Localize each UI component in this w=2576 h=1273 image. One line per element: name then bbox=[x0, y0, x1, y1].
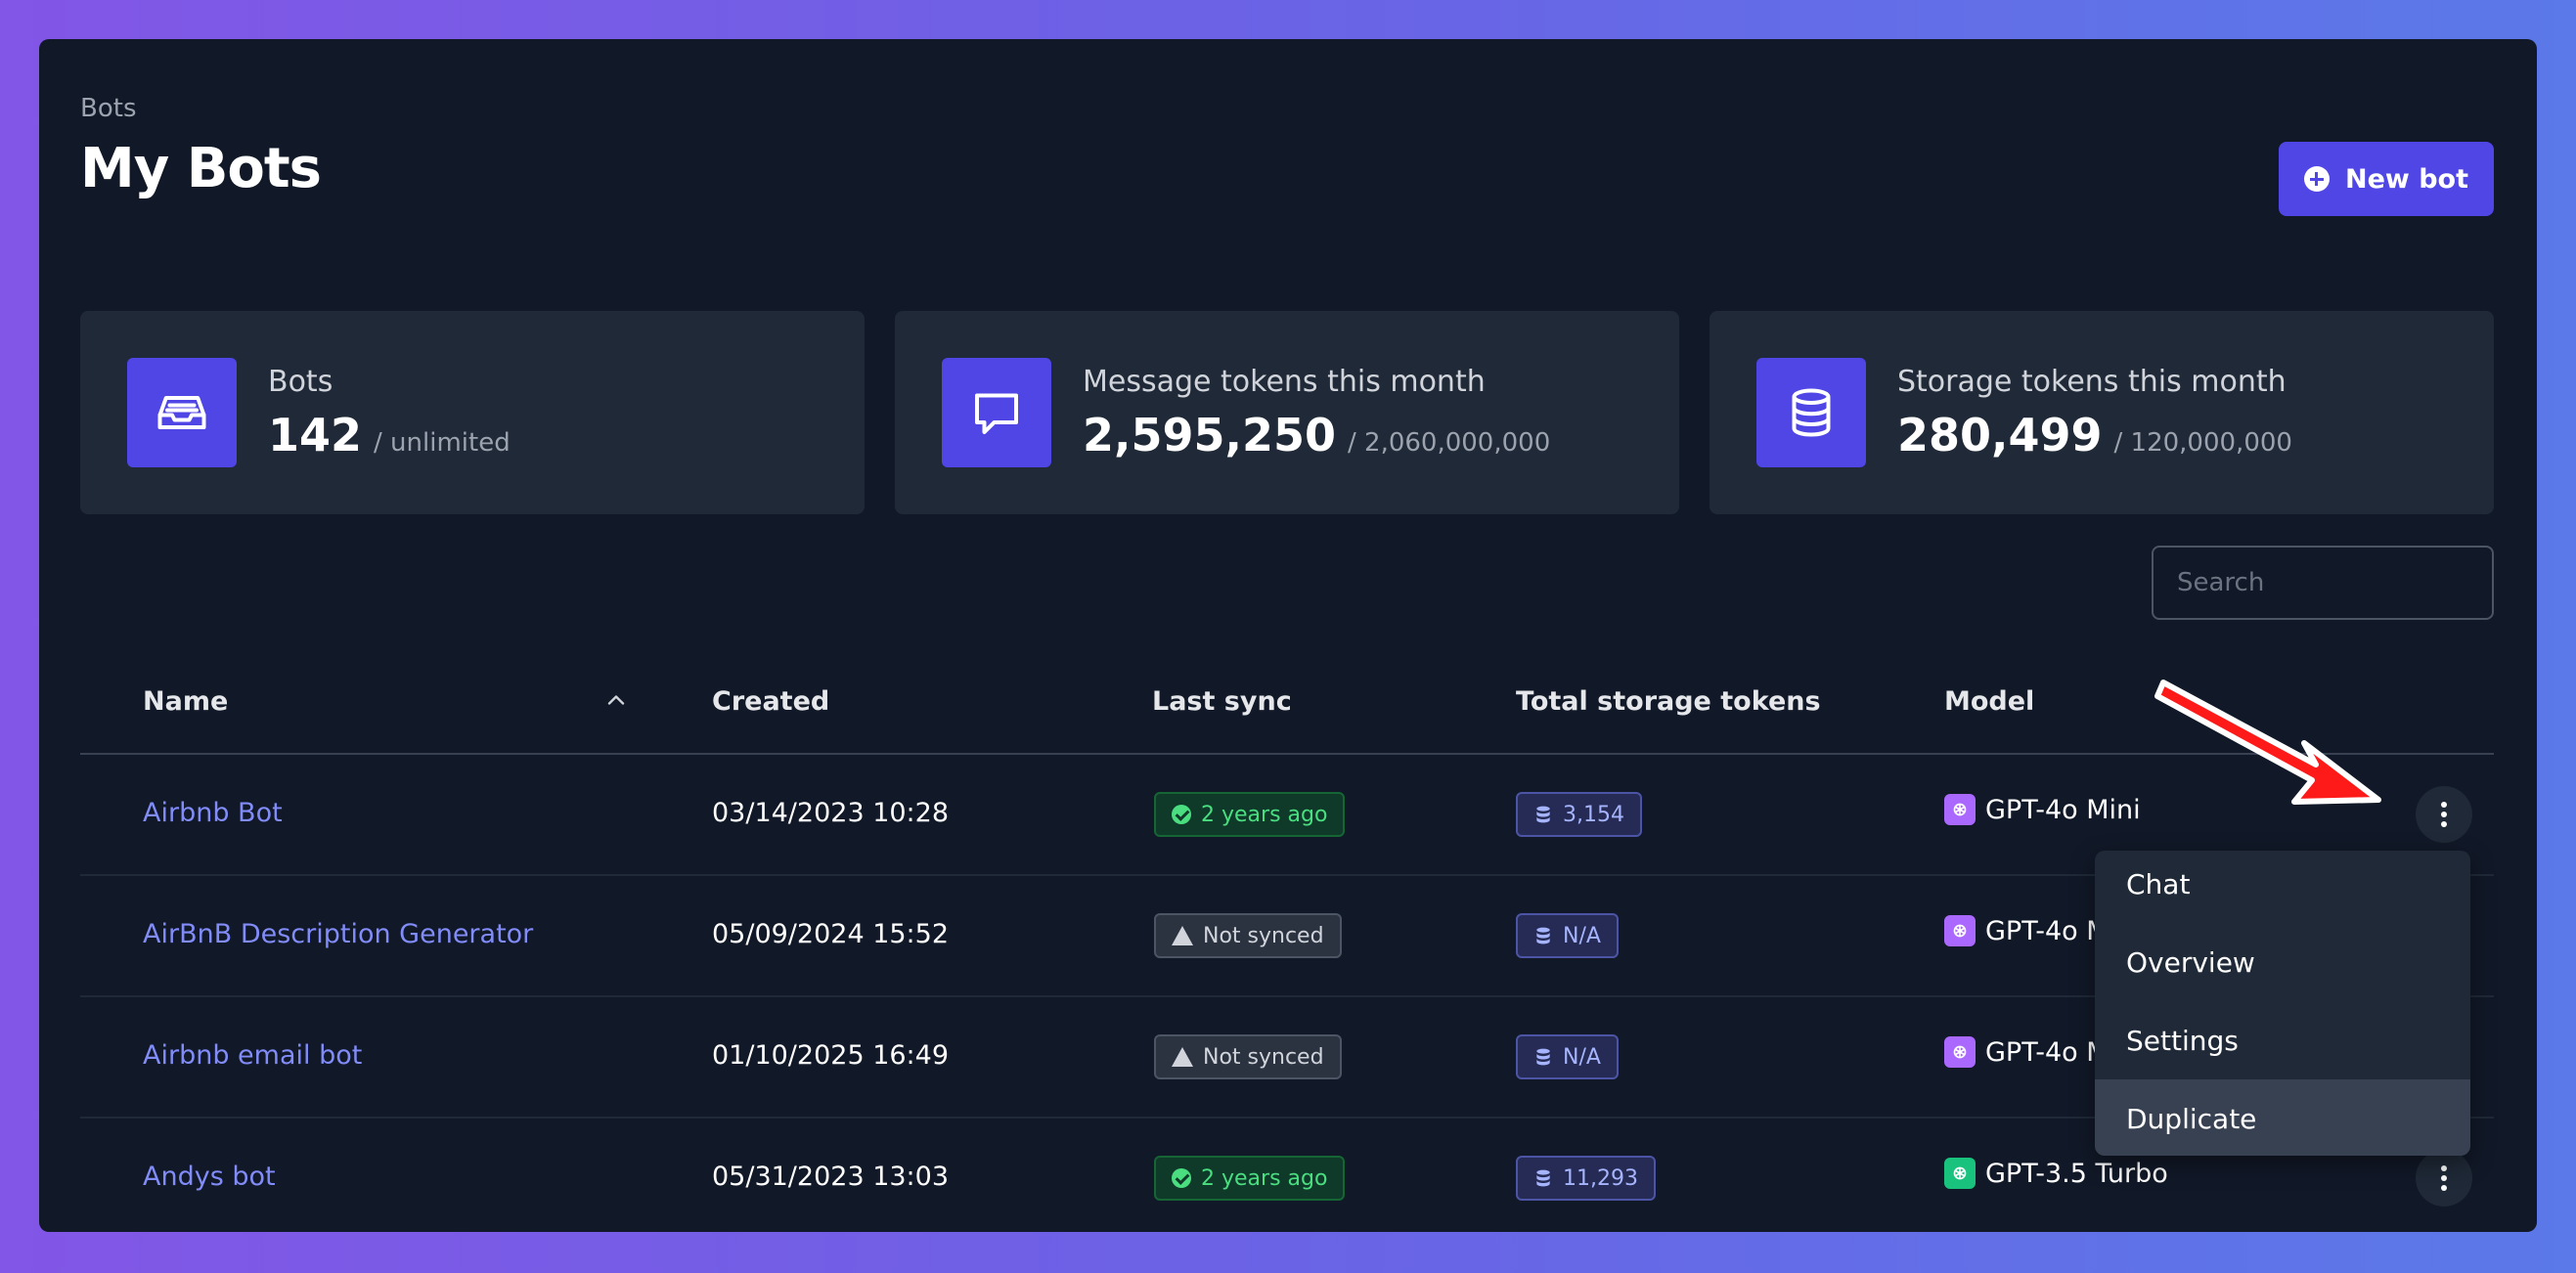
check-circle-icon bbox=[1172, 805, 1191, 824]
created-date: 03/14/2023 10:28 bbox=[712, 798, 950, 828]
inbox-icon bbox=[127, 358, 237, 467]
database-icon bbox=[1536, 927, 1550, 944]
stat-value: 280,499/ 120,000,000 bbox=[1897, 409, 2292, 461]
stat-label: Storage tokens this month bbox=[1897, 365, 2287, 399]
storage-tokens-badge: 3,154 bbox=[1516, 792, 1642, 837]
openai-icon bbox=[1944, 1036, 1976, 1068]
model-cell: GPT-4o M bbox=[1944, 915, 2110, 946]
new-bot-button[interactable]: New bot bbox=[2279, 142, 2494, 216]
column-header-last-sync[interactable]: Last sync bbox=[1152, 686, 1292, 717]
database-icon bbox=[1536, 1169, 1550, 1187]
openai-icon bbox=[1944, 915, 1976, 946]
more-vertical-icon bbox=[2441, 1163, 2447, 1193]
stat-limit: / unlimited bbox=[374, 428, 511, 458]
more-vertical-icon bbox=[2441, 800, 2447, 829]
openai-icon bbox=[1944, 1158, 1976, 1189]
stat-value: 2,595,250/ 2,060,000,000 bbox=[1083, 409, 1551, 461]
column-header-model[interactable]: Model bbox=[1944, 686, 2034, 717]
menu-item-duplicate[interactable]: Duplicate bbox=[2095, 1079, 2470, 1156]
stat-card-message-tokens: Message tokens this month 2,595,250/ 2,0… bbox=[895, 311, 1679, 514]
database-icon bbox=[1536, 806, 1550, 823]
storage-tokens-badge: N/A bbox=[1516, 913, 1619, 958]
red-arrow-icon bbox=[2154, 680, 2381, 805]
plus-circle-icon bbox=[2303, 166, 2330, 192]
table-header: Name Created Last sync Total storage tok… bbox=[80, 645, 2494, 755]
database-icon bbox=[1756, 358, 1866, 467]
created-date: 01/10/2025 16:49 bbox=[712, 1040, 950, 1071]
stat-limit: / 2,060,000,000 bbox=[1348, 428, 1551, 458]
column-header-storage[interactable]: Total storage tokens bbox=[1516, 686, 1821, 717]
bot-name-link[interactable]: Andys bot bbox=[143, 1162, 276, 1192]
main-panel: Bots My Bots New bot Bots 142/ unlimited… bbox=[39, 39, 2537, 1232]
stat-label: Bots bbox=[268, 365, 333, 399]
model-cell: GPT-4o Mini bbox=[1944, 794, 2141, 825]
warning-icon bbox=[1172, 1047, 1193, 1067]
storage-tokens-badge: 11,293 bbox=[1516, 1156, 1656, 1201]
sync-status-badge: 2 years ago bbox=[1154, 1156, 1346, 1201]
sort-ascending-icon[interactable] bbox=[602, 686, 630, 714]
column-header-name[interactable]: Name bbox=[143, 686, 228, 717]
created-date: 05/09/2024 15:52 bbox=[712, 919, 950, 949]
page-title: My Bots bbox=[80, 137, 322, 200]
database-icon bbox=[1536, 1048, 1550, 1066]
new-bot-label: New bot bbox=[2344, 163, 2469, 195]
menu-item-settings[interactable]: Settings bbox=[2095, 1001, 2470, 1079]
row-actions-menu: Chat Overview Settings Duplicate bbox=[2095, 851, 2470, 1156]
column-header-created[interactable]: Created bbox=[712, 686, 829, 717]
storage-tokens-badge: N/A bbox=[1516, 1034, 1619, 1079]
chat-bubble-icon bbox=[942, 358, 1051, 467]
breadcrumb[interactable]: Bots bbox=[80, 94, 136, 123]
stat-card-bots: Bots 142/ unlimited bbox=[80, 311, 865, 514]
search-input[interactable] bbox=[2152, 546, 2494, 620]
row-actions-button[interactable] bbox=[2416, 786, 2472, 843]
row-actions-button[interactable] bbox=[2416, 1150, 2472, 1207]
bot-name-link[interactable]: AirBnB Description Generator bbox=[143, 919, 533, 949]
model-cell: GPT-3.5 Turbo bbox=[1944, 1158, 2168, 1189]
menu-item-overview[interactable]: Overview bbox=[2095, 923, 2470, 1001]
stat-limit: / 120,000,000 bbox=[2113, 428, 2292, 458]
sync-status-badge: Not synced bbox=[1154, 913, 1342, 958]
openai-icon bbox=[1944, 794, 1976, 825]
model-cell: GPT-4o M bbox=[1944, 1036, 2110, 1068]
stat-value: 142/ unlimited bbox=[268, 409, 511, 461]
menu-item-chat[interactable]: Chat bbox=[2095, 851, 2470, 923]
check-circle-icon bbox=[1172, 1168, 1191, 1188]
sync-status-badge: 2 years ago bbox=[1154, 792, 1346, 837]
warning-icon bbox=[1172, 926, 1193, 945]
bot-name-link[interactable]: Airbnb email bot bbox=[143, 1040, 362, 1071]
created-date: 05/31/2023 13:03 bbox=[712, 1162, 950, 1192]
stat-label: Message tokens this month bbox=[1083, 365, 1486, 399]
sync-status-badge: Not synced bbox=[1154, 1034, 1342, 1079]
bot-name-link[interactable]: Airbnb Bot bbox=[143, 798, 283, 828]
stat-card-storage-tokens: Storage tokens this month 280,499/ 120,0… bbox=[1710, 311, 2494, 514]
